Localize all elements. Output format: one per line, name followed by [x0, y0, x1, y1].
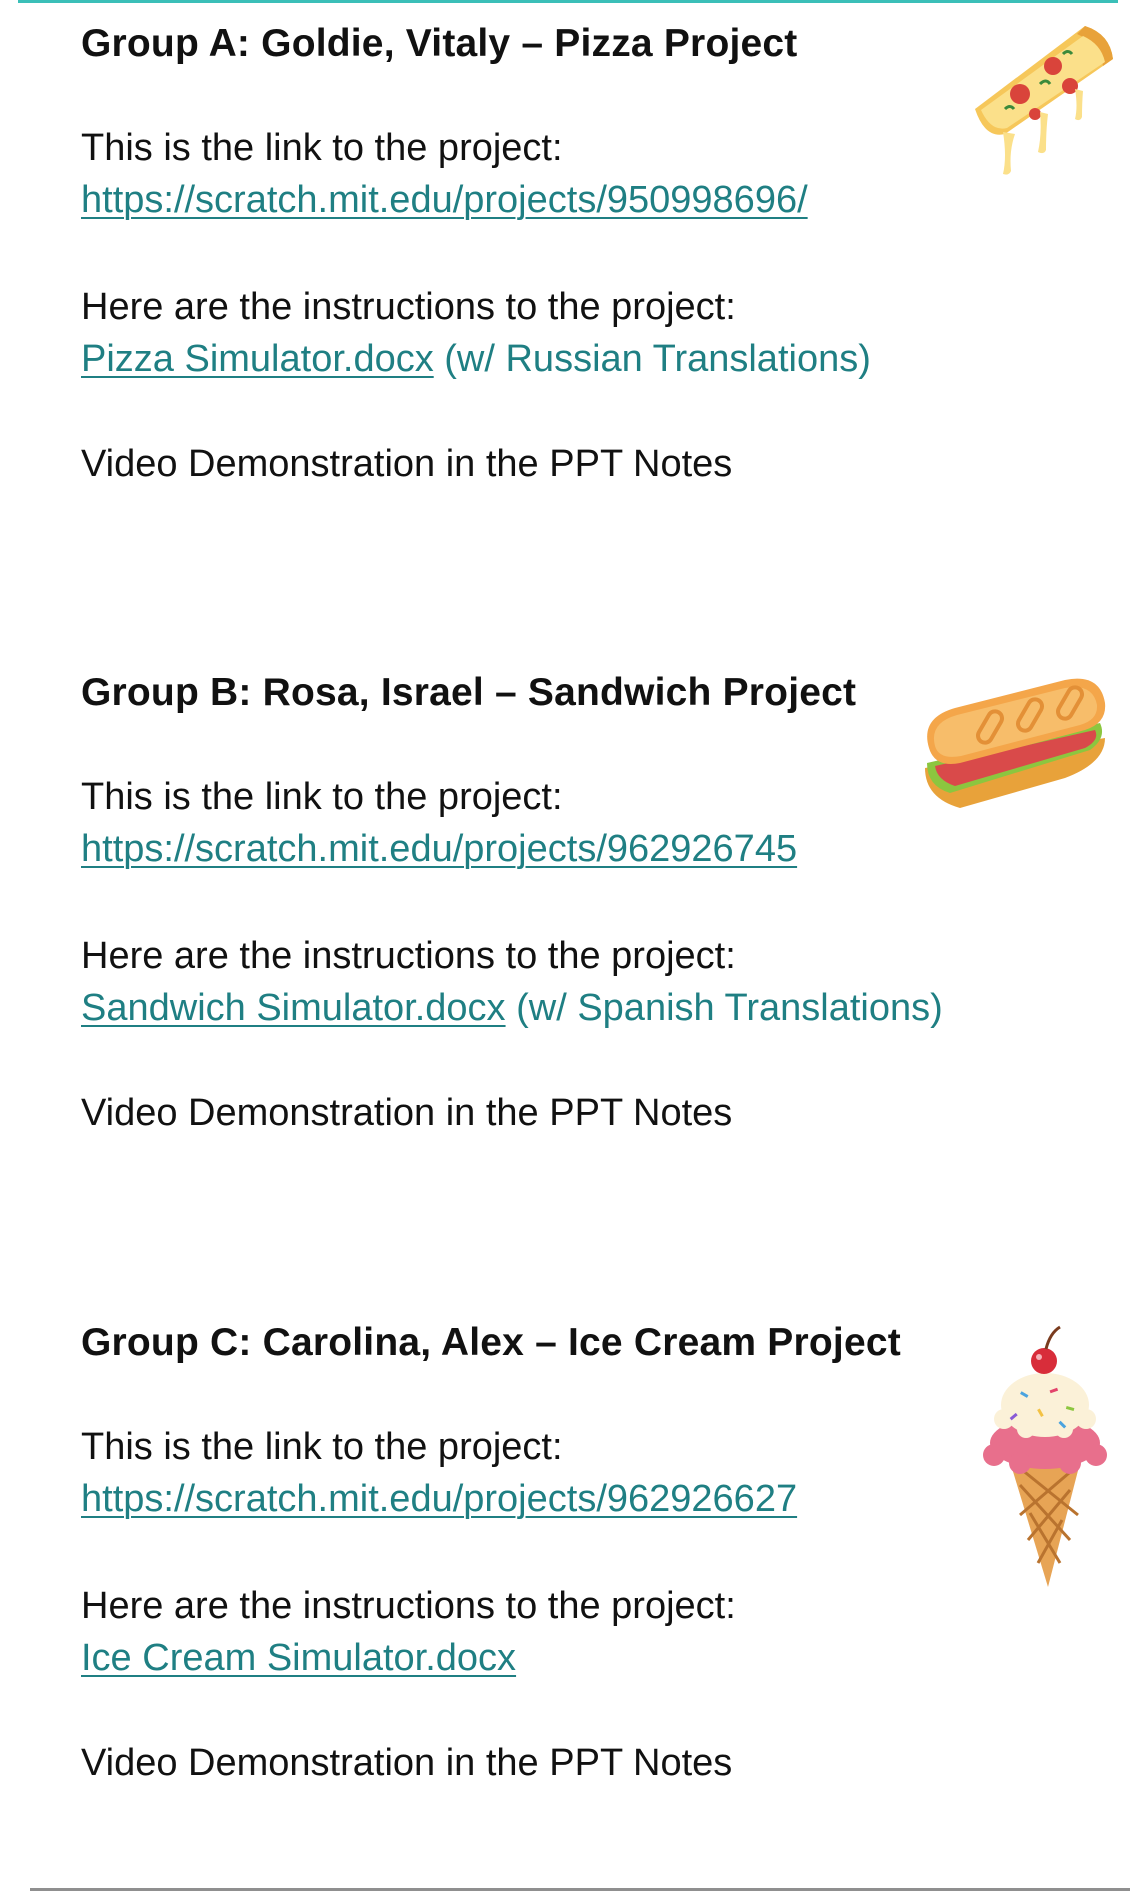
- group-b-instructions-intro: Here are the instructions to the project…: [81, 935, 736, 977]
- group-b-doc-note: (w/ Spanish Translations): [505, 987, 943, 1029]
- group-a-section: Group A: Goldie, Vitaly – Pizza Project …: [81, 22, 1081, 502]
- group-a-instructions-intro: Here are the instructions to the project…: [81, 286, 736, 328]
- group-a-doc-link[interactable]: Pizza Simulator.docx: [81, 338, 434, 380]
- group-b-link-intro: This is the link to the project:: [81, 776, 563, 818]
- group-c-heading: Group C: Carolina, Alex – Ice Cream Proj…: [81, 1321, 901, 1364]
- pizza-slice-icon: [975, 26, 1113, 175]
- sandwich-icon: [925, 678, 1106, 808]
- group-b-video-note: Video Demonstration in the PPT Notes: [81, 1092, 733, 1134]
- bottom-divider: [30, 1888, 1130, 1891]
- group-c-video-note: Video Demonstration in the PPT Notes: [81, 1742, 733, 1784]
- group-a-doc-note: (w/ Russian Translations): [433, 338, 871, 380]
- top-divider: [18, 0, 1118, 3]
- group-a-link-intro: This is the link to the project:: [81, 127, 563, 169]
- group-a-heading: Group A: Goldie, Vitaly – Pizza Project: [81, 22, 798, 65]
- group-b-heading: Group B: Rosa, Israel – Sandwich Project: [81, 671, 857, 714]
- group-b-project-link[interactable]: https://scratch.mit.edu/projects/9629267…: [81, 828, 797, 870]
- group-c-project-link[interactable]: https://scratch.mit.edu/projects/9629266…: [81, 1478, 797, 1520]
- group-c-section: Group C: Carolina, Alex – Ice Cream Proj…: [81, 1321, 1081, 1801]
- group-c-instructions-intro: Here are the instructions to the project…: [81, 1585, 736, 1627]
- group-c-doc-link[interactable]: Ice Cream Simulator.docx: [81, 1637, 516, 1679]
- ice-cream-cone-icon: [983, 1325, 1107, 1587]
- group-a-project-link[interactable]: https://scratch.mit.edu/projects/9509986…: [81, 179, 808, 221]
- group-a-video-note: Video Demonstration in the PPT Notes: [81, 443, 733, 485]
- group-b-doc-link[interactable]: Sandwich Simulator.docx: [81, 987, 506, 1029]
- group-c-link-intro: This is the link to the project:: [81, 1426, 563, 1468]
